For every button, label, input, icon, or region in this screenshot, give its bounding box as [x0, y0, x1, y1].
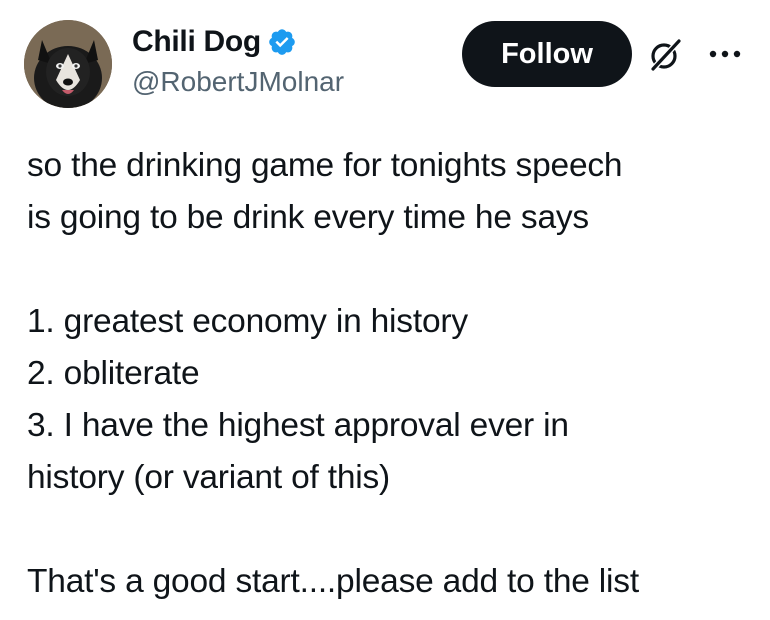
- grok-icon[interactable]: [649, 38, 683, 72]
- author-handle[interactable]: @RobertJMolnar: [132, 66, 344, 98]
- tweet-header: Chili Dog @RobertJMolnar Follow: [0, 0, 770, 120]
- more-options-icon[interactable]: [705, 44, 745, 64]
- display-name-row: Chili Dog: [132, 24, 344, 60]
- follow-button[interactable]: Follow: [462, 21, 632, 87]
- avatar[interactable]: [24, 20, 112, 108]
- display-name[interactable]: Chili Dog: [132, 25, 261, 59]
- verified-badge-icon[interactable]: [267, 27, 297, 57]
- dog-avatar-icon: [24, 20, 112, 108]
- author-block: Chili Dog @RobertJMolnar: [132, 24, 344, 98]
- tweet-text: so the drinking game for tonights speech…: [27, 147, 639, 600]
